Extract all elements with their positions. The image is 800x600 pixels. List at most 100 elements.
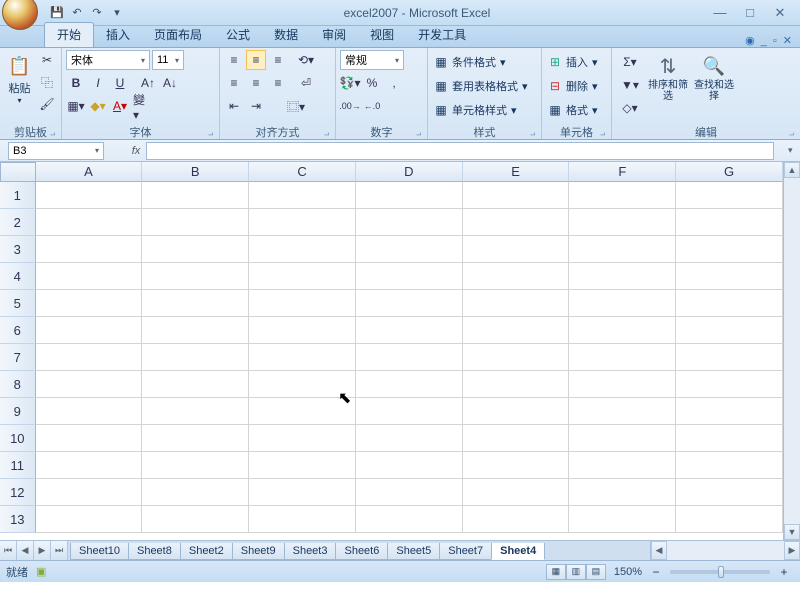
cell[interactable] bbox=[463, 479, 570, 506]
cell[interactable] bbox=[356, 236, 463, 263]
cell[interactable] bbox=[356, 479, 463, 506]
paste-button[interactable]: 📋 粘贴 ▾ bbox=[4, 50, 35, 105]
macro-record-icon[interactable]: ▣ bbox=[36, 565, 46, 578]
cell[interactable] bbox=[676, 506, 783, 533]
zoom-slider[interactable] bbox=[670, 570, 770, 574]
cell[interactable] bbox=[142, 209, 249, 236]
sheet-tab[interactable]: Sheet8 bbox=[128, 543, 181, 560]
col-header[interactable]: A bbox=[36, 162, 143, 182]
workbook-restore-icon[interactable]: ▫ bbox=[773, 35, 777, 47]
cell[interactable] bbox=[356, 344, 463, 371]
cell[interactable] bbox=[463, 263, 570, 290]
tab-pagelayout[interactable]: 页面布局 bbox=[142, 23, 214, 47]
decrease-decimal-button[interactable]: ←.0 bbox=[362, 96, 382, 116]
row-header[interactable]: 5 bbox=[0, 290, 36, 317]
cell[interactable] bbox=[356, 425, 463, 452]
tab-data[interactable]: 数据 bbox=[262, 23, 310, 47]
cell[interactable] bbox=[569, 425, 676, 452]
row-header[interactable]: 3 bbox=[0, 236, 36, 263]
cell[interactable] bbox=[249, 290, 356, 317]
cell[interactable] bbox=[676, 425, 783, 452]
row-header[interactable]: 2 bbox=[0, 209, 36, 236]
number-format-combo[interactable]: 常规 bbox=[340, 50, 404, 70]
cell[interactable] bbox=[676, 182, 783, 209]
col-header[interactable]: G bbox=[676, 162, 783, 182]
sheet-tab[interactable]: Sheet7 bbox=[439, 543, 492, 560]
cell[interactable] bbox=[569, 182, 676, 209]
tab-home[interactable]: 开始 bbox=[44, 22, 94, 47]
format-as-table-button[interactable]: ▦套用表格格式 ▾ bbox=[432, 76, 530, 96]
scroll-right-icon[interactable]: ▶ bbox=[784, 541, 800, 560]
autosum-button[interactable]: Σ▾ bbox=[616, 52, 644, 72]
cell[interactable] bbox=[142, 290, 249, 317]
cell[interactable] bbox=[36, 236, 143, 263]
cell[interactable] bbox=[676, 479, 783, 506]
scroll-down-icon[interactable]: ▼ bbox=[784, 524, 800, 540]
cell[interactable] bbox=[569, 236, 676, 263]
cell[interactable] bbox=[249, 371, 356, 398]
cell[interactable] bbox=[249, 182, 356, 209]
row-header[interactable]: 9 bbox=[0, 398, 36, 425]
cell[interactable] bbox=[463, 209, 570, 236]
sheet-tab[interactable]: Sheet4 bbox=[491, 543, 545, 560]
cell[interactable] bbox=[463, 236, 570, 263]
cell[interactable] bbox=[249, 506, 356, 533]
row-header[interactable]: 7 bbox=[0, 344, 36, 371]
cell[interactable] bbox=[249, 398, 356, 425]
name-box[interactable]: B3 bbox=[8, 142, 104, 160]
percent-format-button[interactable]: % bbox=[362, 73, 382, 93]
next-sheet-button[interactable]: ▶ bbox=[34, 541, 51, 560]
sheet-tab[interactable]: Sheet3 bbox=[284, 543, 337, 560]
align-top-button[interactable]: ≡ bbox=[224, 50, 244, 70]
cell[interactable] bbox=[569, 290, 676, 317]
first-sheet-button[interactable]: ⏮ bbox=[0, 541, 17, 560]
cell[interactable] bbox=[463, 506, 570, 533]
help-icon[interactable]: ◉ bbox=[745, 34, 755, 47]
comma-format-button[interactable]: , bbox=[384, 73, 404, 93]
cell[interactable] bbox=[249, 209, 356, 236]
prev-sheet-button[interactable]: ◀ bbox=[17, 541, 34, 560]
fill-color-button[interactable]: ◆▾ bbox=[88, 96, 108, 116]
col-header[interactable]: E bbox=[463, 162, 570, 182]
cell[interactable] bbox=[463, 398, 570, 425]
zoom-level[interactable]: 150% bbox=[614, 566, 642, 578]
redo-icon[interactable]: ↷ bbox=[88, 4, 106, 22]
tab-formulas[interactable]: 公式 bbox=[214, 23, 262, 47]
cell[interactable] bbox=[676, 290, 783, 317]
cell[interactable] bbox=[463, 452, 570, 479]
font-color-button[interactable]: A▾ bbox=[110, 96, 130, 116]
format-painter-icon[interactable]: 🖌 bbox=[37, 94, 57, 114]
cell[interactable] bbox=[463, 371, 570, 398]
clear-button[interactable]: ◇▾ bbox=[616, 98, 644, 118]
scroll-up-icon[interactable]: ▲ bbox=[784, 162, 800, 178]
align-left-button[interactable]: ≡ bbox=[224, 73, 244, 93]
sheet-tab[interactable]: Sheet2 bbox=[180, 543, 233, 560]
cell[interactable] bbox=[36, 506, 143, 533]
undo-icon[interactable]: ↶ bbox=[68, 4, 86, 22]
cell[interactable] bbox=[569, 263, 676, 290]
last-sheet-button[interactable]: ⏭ bbox=[51, 541, 68, 560]
align-middle-button[interactable]: ≡ bbox=[246, 50, 266, 70]
col-header[interactable]: C bbox=[249, 162, 356, 182]
sheet-tab[interactable]: Sheet9 bbox=[232, 543, 285, 560]
cell[interactable] bbox=[142, 398, 249, 425]
ribbon-minimize-icon[interactable]: _ bbox=[761, 35, 767, 47]
vertical-scrollbar[interactable]: ▲ ▼ bbox=[783, 162, 800, 540]
cell[interactable] bbox=[676, 236, 783, 263]
cell[interactable] bbox=[569, 317, 676, 344]
sheet-tab[interactable]: Sheet6 bbox=[335, 543, 388, 560]
cell[interactable] bbox=[36, 425, 143, 452]
align-bottom-button[interactable]: ≡ bbox=[268, 50, 288, 70]
cell[interactable] bbox=[356, 263, 463, 290]
zoom-out-button[interactable]: − bbox=[646, 562, 666, 582]
cell[interactable] bbox=[356, 182, 463, 209]
cell[interactable] bbox=[36, 371, 143, 398]
row-header[interactable]: 4 bbox=[0, 263, 36, 290]
align-right-button[interactable]: ≡ bbox=[268, 73, 288, 93]
increase-indent-button[interactable]: ⇥ bbox=[246, 96, 266, 116]
cell[interactable] bbox=[676, 371, 783, 398]
cell-styles-button[interactable]: ▦单元格样式 ▾ bbox=[432, 100, 530, 120]
cell[interactable] bbox=[249, 452, 356, 479]
copy-icon[interactable]: ⿻ bbox=[37, 72, 57, 92]
cell[interactable] bbox=[249, 425, 356, 452]
